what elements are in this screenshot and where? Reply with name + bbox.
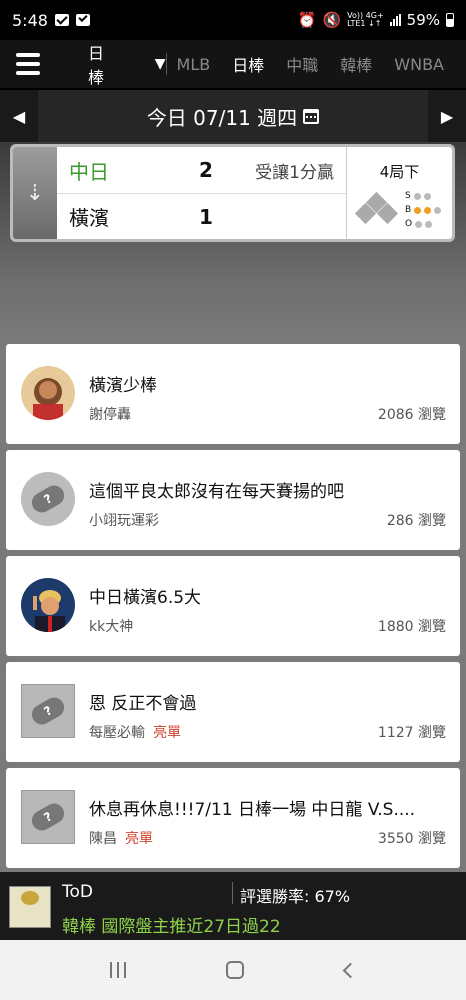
avatar [21, 366, 75, 420]
default-avatar-icon: ? [21, 472, 75, 526]
avatar: ? [21, 790, 75, 844]
post-views: 2086 瀏覽 [377, 407, 446, 423]
expert-banner[interactable]: ToD 評選勝率: 67% 韓棒 國際盤主推近27日過22 [0, 872, 466, 940]
next-day-button[interactable]: ▶ [428, 90, 466, 142]
mail-icon [54, 14, 69, 26]
shown-slip-tag: 亮單 [153, 725, 181, 741]
avatar: ? [21, 472, 75, 526]
post-card[interactable]: 中日橫濱6.5大 kk大神 1880 瀏覽 [6, 556, 460, 656]
top-nav: 日棒 ▼ MLB 日棒 中職 韓棒 WNBA [0, 40, 466, 88]
post-card[interactable]: ? 休息再休息!!!7/11 日棒一場 中日龍 V.S.... 陳昌 亮單 355… [6, 768, 460, 868]
post-views: 1880 瀏覽 [377, 619, 446, 635]
tab-kbo[interactable]: 韓棒 [340, 52, 372, 76]
avatar [21, 578, 75, 632]
team-score: 1 [199, 204, 213, 229]
team-score: 2 [199, 158, 213, 182]
post-card[interactable]: 橫濱少棒 謝停轟 2086 瀏覽 [6, 344, 460, 444]
post-title: 這個平良太郎沒有在每天賽揚的吧 [89, 482, 344, 502]
bases-diamond-icon [354, 191, 399, 225]
signal-icon [389, 14, 401, 26]
sport-dropdown-value: 日棒 [88, 44, 105, 87]
expert-logo [9, 886, 51, 928]
post-views: 1127 瀏覽 [377, 725, 446, 741]
post-author: 小翊玩運彩 [89, 513, 159, 529]
post-card[interactable]: ? 這個平良太郎沒有在每天賽揚的吧 小翊玩運彩 286 瀏覽 [6, 450, 460, 550]
ball-count: S B O [405, 189, 442, 231]
handicap-note: 受讓1分贏 [255, 162, 334, 183]
scoreboard-area: ⇣ 中日 2 受讓1分贏 橫濱 1 4局下 S B O [0, 142, 466, 342]
post-views: 3550 瀏覽 [377, 831, 446, 847]
tab-mlb[interactable]: MLB [177, 55, 211, 74]
mute-icon: 🔇 [322, 11, 342, 29]
tab-wnba[interactable]: WNBA [394, 55, 444, 74]
post-title: 休息再休息!!!7/11 日棒一場 中日龍 V.S.... [89, 800, 416, 820]
recent-apps-icon[interactable] [110, 962, 127, 978]
post-title: 恩 反正不會過 [89, 694, 197, 714]
inning-panel: 4局下 S B O [347, 147, 452, 239]
alarm-icon: ⏰ [297, 11, 317, 29]
date-picker[interactable]: 今日 07/11 週四 [38, 102, 428, 131]
prev-day-button[interactable]: ◀ [0, 90, 38, 142]
shown-slip-tag: 亮單 [125, 831, 153, 847]
teams-column: 中日 2 受讓1分贏 橫濱 1 [57, 147, 347, 239]
avatar: ? [21, 684, 75, 738]
expert-name: ToD [62, 882, 93, 902]
sport-dropdown[interactable]: 日棒 ▼ [56, 40, 166, 88]
tab-cpbl[interactable]: 中職 [286, 52, 318, 76]
network-indicator: Vo)) 4G+ LTE1 ↓↑ [347, 11, 384, 28]
inning-label: 4局下 [379, 163, 420, 181]
collapse-arrow-icon[interactable]: ⇣ [13, 147, 57, 239]
ball-row: B [405, 203, 442, 217]
post-title: 橫濱少棒 [89, 376, 157, 396]
team-name: 橫濱 [69, 206, 109, 230]
out-row: O [405, 217, 441, 231]
team-row-away: 橫濱 1 [57, 193, 346, 239]
date-label: 今日 07/11 週四 [146, 105, 298, 130]
post-author: 每壓必輸 亮單 [89, 725, 181, 741]
league-tabs: MLB 日棒 中職 韓棒 WNBA [165, 40, 466, 88]
clock: 5:48 [12, 10, 48, 30]
post-author: kk大神 [89, 619, 134, 635]
scoreboard-card[interactable]: ⇣ 中日 2 受讓1分贏 橫濱 1 4局下 S B O [10, 144, 455, 242]
tab-npb[interactable]: 日棒 [232, 52, 264, 76]
default-avatar-icon: ? [22, 791, 74, 843]
post-views: 286 瀏覽 [386, 513, 446, 529]
win-rate: 評選勝率: 67% [240, 887, 351, 906]
menu-icon[interactable] [0, 40, 56, 88]
expert-tip: 韓棒 國際盤主推近27日過22 [62, 917, 281, 937]
system-nav-bar [0, 940, 466, 1000]
team-name: 中日 [69, 159, 109, 184]
divider [232, 882, 233, 904]
strike-row: S [405, 189, 441, 203]
home-icon[interactable] [226, 961, 245, 979]
default-avatar-icon: ? [22, 685, 74, 737]
post-author: 陳昌 亮單 [89, 831, 153, 847]
status-bar: 5:48 ⏰ 🔇 Vo)) 4G+ LTE1 ↓↑ 59% [0, 0, 466, 40]
post-card[interactable]: ? 恩 反正不會過 每壓必輸 亮單 1127 瀏覽 [6, 662, 460, 762]
back-icon[interactable] [342, 962, 359, 978]
team-row-home: 中日 2 受讓1分贏 [57, 147, 346, 193]
calendar-icon [303, 108, 320, 124]
check-icon [75, 14, 90, 26]
caret-down-icon: ▼ [154, 56, 166, 72]
date-bar: ◀ 今日 07/11 週四 ▶ [0, 90, 466, 142]
post-list: 橫濱少棒 謝停轟 2086 瀏覽 ? 這個平良太郎沒有在每天賽揚的吧 小翊玩運彩… [0, 342, 466, 872]
battery-percent: 59% [406, 11, 440, 29]
post-author: 謝停轟 [89, 407, 131, 423]
post-title: 中日橫濱6.5大 [89, 588, 202, 608]
tab-divider [165, 53, 167, 75]
battery-icon [446, 13, 454, 27]
